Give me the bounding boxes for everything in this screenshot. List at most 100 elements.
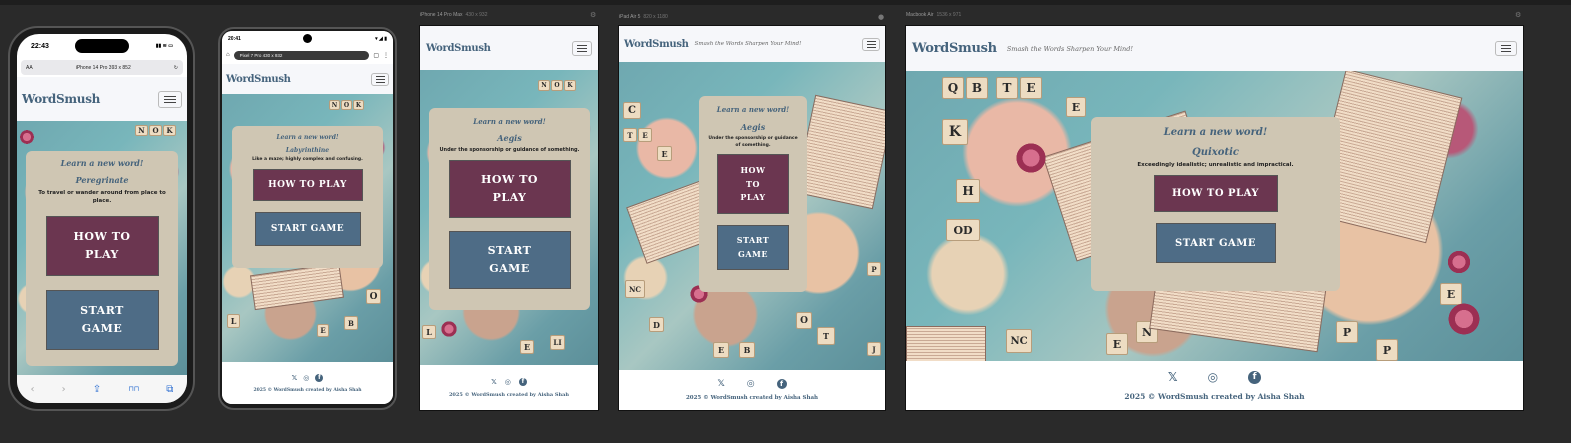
facebook-icon[interactable]: f bbox=[776, 379, 787, 389]
letter-tile: O bbox=[366, 289, 381, 304]
reader-aa-button[interactable]: AA bbox=[26, 65, 33, 71]
how-to-play-button[interactable]: HOW TO PLAY bbox=[45, 215, 159, 276]
start-game-button[interactable]: START GAME bbox=[254, 212, 361, 246]
hero-background: N O K O L E B Learn a new word! Labyrint… bbox=[222, 94, 393, 362]
book-decoration bbox=[250, 262, 344, 311]
macbook-air-screen: WordSmush Smash the Words Sharpen Your M… bbox=[905, 25, 1524, 411]
letter-tile: K bbox=[163, 125, 176, 136]
x-icon[interactable]: 𝕏 bbox=[491, 378, 497, 386]
letter-tile: C bbox=[623, 102, 641, 119]
hamburger-menu-button[interactable] bbox=[371, 72, 389, 86]
word-definition: To travel or wander around from place to… bbox=[38, 190, 166, 205]
frame-settings-icon[interactable]: ⚙ bbox=[590, 11, 596, 19]
start-game-button[interactable]: START GAME bbox=[45, 289, 159, 350]
share-icon[interactable]: ⇪ bbox=[93, 384, 101, 395]
site-logo[interactable]: WordSmush bbox=[426, 43, 491, 54]
letter-tile: O bbox=[341, 100, 352, 110]
hamburger-menu-button[interactable] bbox=[1495, 41, 1517, 56]
word-definition: Like a maze; highly complex and confusin… bbox=[252, 157, 363, 162]
learn-heading: Learn a new word! bbox=[60, 158, 144, 168]
status-icons: ▮▮ ≋ ▭ bbox=[155, 43, 173, 49]
frame-settings-icon[interactable]: ⚙ bbox=[1515, 11, 1521, 19]
bookmarks-icon[interactable]: ⊓⊓ bbox=[128, 385, 139, 393]
letter-tile: E bbox=[713, 342, 729, 358]
facebook-icon[interactable]: f bbox=[315, 373, 324, 382]
letter-tile: P bbox=[1336, 321, 1358, 343]
flower-decoration bbox=[19, 129, 35, 145]
start-game-button[interactable]: START GAME bbox=[1155, 223, 1276, 263]
letter-tile: N bbox=[538, 80, 550, 91]
frame-settings-icon[interactable]: ● bbox=[878, 13, 884, 21]
word-card: Learn a new word! Labyrinthine Like a ma… bbox=[232, 126, 383, 268]
flower-decoration bbox=[1446, 301, 1482, 337]
tabs-count-icon[interactable]: ▢ bbox=[373, 52, 379, 59]
word-card: Learn a new word! Peregrinate To travel … bbox=[26, 151, 178, 366]
site-logo[interactable]: WordSmush bbox=[226, 74, 291, 85]
site-navbar: WordSmush bbox=[17, 77, 187, 121]
letter-tile: E bbox=[638, 128, 652, 142]
facebook-icon[interactable]: f bbox=[1248, 370, 1262, 384]
hamburger-menu-button[interactable] bbox=[862, 37, 880, 51]
x-icon[interactable]: 𝕏 bbox=[1168, 370, 1178, 384]
iphone-14-pro-screen: 22:43 ▮▮ ≋ ▭ AA iPhone 14 Pro 393 x 852 … bbox=[17, 34, 187, 403]
dynamic-island bbox=[75, 39, 130, 53]
site-footer: 𝕏 ◎ f 2025 © WordSmush created by Aisha … bbox=[420, 365, 598, 410]
reload-icon[interactable]: ↻ bbox=[174, 65, 178, 71]
letter-tile: T bbox=[623, 128, 637, 142]
word-of-day: Labyrinthine bbox=[285, 147, 330, 154]
word-card: Learn a new word! Aegis Under the sponso… bbox=[429, 108, 590, 310]
how-to-play-button[interactable]: HOW TO PLAY bbox=[1153, 175, 1278, 212]
instagram-icon[interactable]: ◎ bbox=[1208, 370, 1218, 384]
how-to-play-button[interactable]: HOW TO PLAY bbox=[252, 169, 363, 201]
instagram-icon[interactable]: ◎ bbox=[303, 374, 309, 382]
url-bar[interactable]: AA iPhone 14 Pro 393 x 852 ↻ bbox=[21, 60, 183, 75]
hero-background: N O K Learn a new word! Peregrinate To t… bbox=[17, 121, 187, 375]
letter-tile: P bbox=[1376, 339, 1398, 361]
instagram-icon[interactable]: ◎ bbox=[747, 379, 755, 389]
letter-tile: N bbox=[135, 125, 148, 136]
hamburger-menu-button[interactable] bbox=[158, 90, 182, 108]
letter-tile: O bbox=[796, 312, 812, 329]
site-logo[interactable]: WordSmush bbox=[624, 39, 689, 50]
x-icon[interactable]: 𝕏 bbox=[292, 374, 298, 382]
device-dims: 430 x 932 bbox=[465, 12, 488, 18]
letter-tile: D bbox=[649, 317, 664, 332]
social-links: 𝕏 ◎ f bbox=[1168, 370, 1262, 384]
device-name: iPhone 14 Pro Max bbox=[420, 12, 463, 18]
how-to-play-button[interactable]: HOW TO PLAY bbox=[448, 160, 571, 218]
url-field[interactable]: Pixel 7 Pro 430 x 932 bbox=[233, 50, 370, 60]
status-bar: 20:41 ▾ ◢ ▮ bbox=[222, 31, 393, 46]
site-logo[interactable]: WordSmush bbox=[912, 41, 997, 56]
forward-icon[interactable]: › bbox=[62, 384, 66, 395]
book-decoration bbox=[906, 326, 986, 361]
x-icon[interactable]: 𝕏 bbox=[717, 379, 724, 389]
copyright-text: 2025 © WordSmush created by Aisha Shah bbox=[1124, 392, 1305, 401]
letter-tile: T bbox=[996, 77, 1018, 99]
overflow-menu-icon[interactable]: ⋮ bbox=[383, 52, 389, 59]
letter-tile: B bbox=[966, 77, 988, 99]
instagram-icon[interactable]: ◎ bbox=[505, 378, 511, 386]
tabs-icon[interactable]: ⧉ bbox=[166, 384, 173, 395]
facebook-icon[interactable]: f bbox=[518, 377, 527, 386]
home-icon[interactable]: ⌂ bbox=[226, 52, 230, 58]
url-bar[interactable]: ⌂ Pixel 7 Pro 430 x 932 ▢ ⋮ bbox=[226, 48, 389, 62]
letter-tile: L bbox=[422, 325, 436, 339]
start-game-button[interactable]: START GAME bbox=[717, 225, 789, 271]
safari-toolbar: ‹ › ⇪ ⊓⊓ ⧉ bbox=[17, 375, 187, 403]
copyright-text: 2025 © WordSmush created by Aisha Shah bbox=[448, 391, 570, 398]
site-footer: 𝕏 ◎ f 2025 © WordSmush created by Aisha … bbox=[619, 370, 885, 410]
letter-tile: H bbox=[956, 179, 980, 203]
word-of-day: Quixotic bbox=[1192, 147, 1239, 158]
start-game-button[interactable]: START GAME bbox=[448, 231, 571, 289]
ipad-air-screen: WordSmush Smash the Words Sharpen Your M… bbox=[618, 25, 886, 411]
letter-tile: O bbox=[551, 80, 563, 91]
workspace-top-strip bbox=[0, 0, 1571, 5]
site-logo[interactable]: WordSmush bbox=[22, 92, 100, 106]
letter-tile: E bbox=[657, 146, 672, 161]
status-time: 22:43 bbox=[31, 42, 49, 50]
back-icon[interactable]: ‹ bbox=[31, 384, 35, 395]
how-to-play-button[interactable]: HOW TO PLAY bbox=[717, 154, 789, 215]
letter-tile: E bbox=[1066, 97, 1086, 117]
hamburger-menu-button[interactable] bbox=[572, 40, 592, 56]
flower-decoration bbox=[1014, 141, 1048, 175]
